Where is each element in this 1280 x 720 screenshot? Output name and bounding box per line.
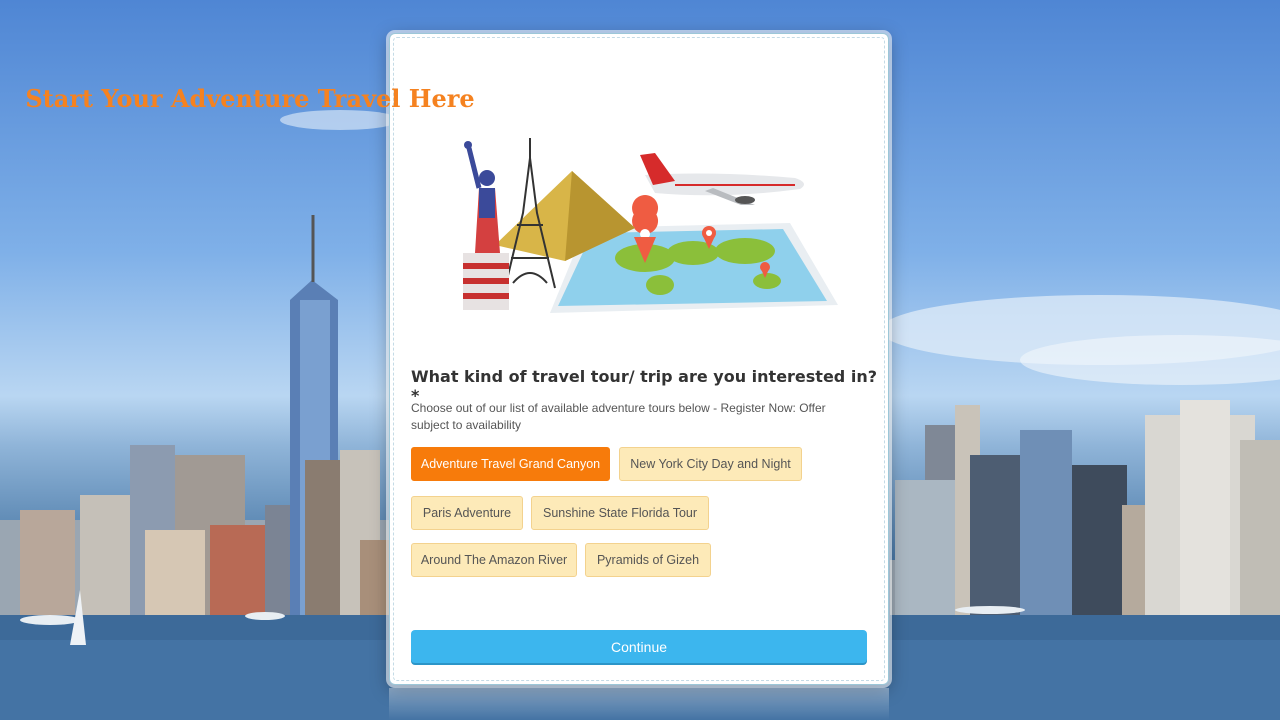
- option-pyramids-of-gizeh[interactable]: Pyramids of Gizeh: [585, 543, 711, 577]
- option-sunshine-state-florida-tour[interactable]: Sunshine State Florida Tour: [531, 496, 709, 530]
- option-adventure-travel-grand-canyon[interactable]: Adventure Travel Grand Canyon: [411, 447, 610, 481]
- statue-of-liberty-icon: [463, 141, 509, 310]
- airplane-icon: [640, 153, 804, 205]
- question-description: Choose out of our list of available adve…: [411, 401, 826, 432]
- registration-card: [389, 33, 889, 685]
- option-new-york-city-day-and-night[interactable]: New York City Day and Night: [619, 447, 802, 481]
- card-reflection: [389, 688, 889, 720]
- continue-button[interactable]: Continue: [411, 630, 867, 663]
- travel-illustration: [463, 138, 838, 313]
- form-title: Start Your Adventure Travel Here: [25, 84, 475, 113]
- option-around-the-amazon-river[interactable]: Around The Amazon River: [411, 543, 577, 577]
- option-paris-adventure[interactable]: Paris Adventure: [411, 496, 523, 530]
